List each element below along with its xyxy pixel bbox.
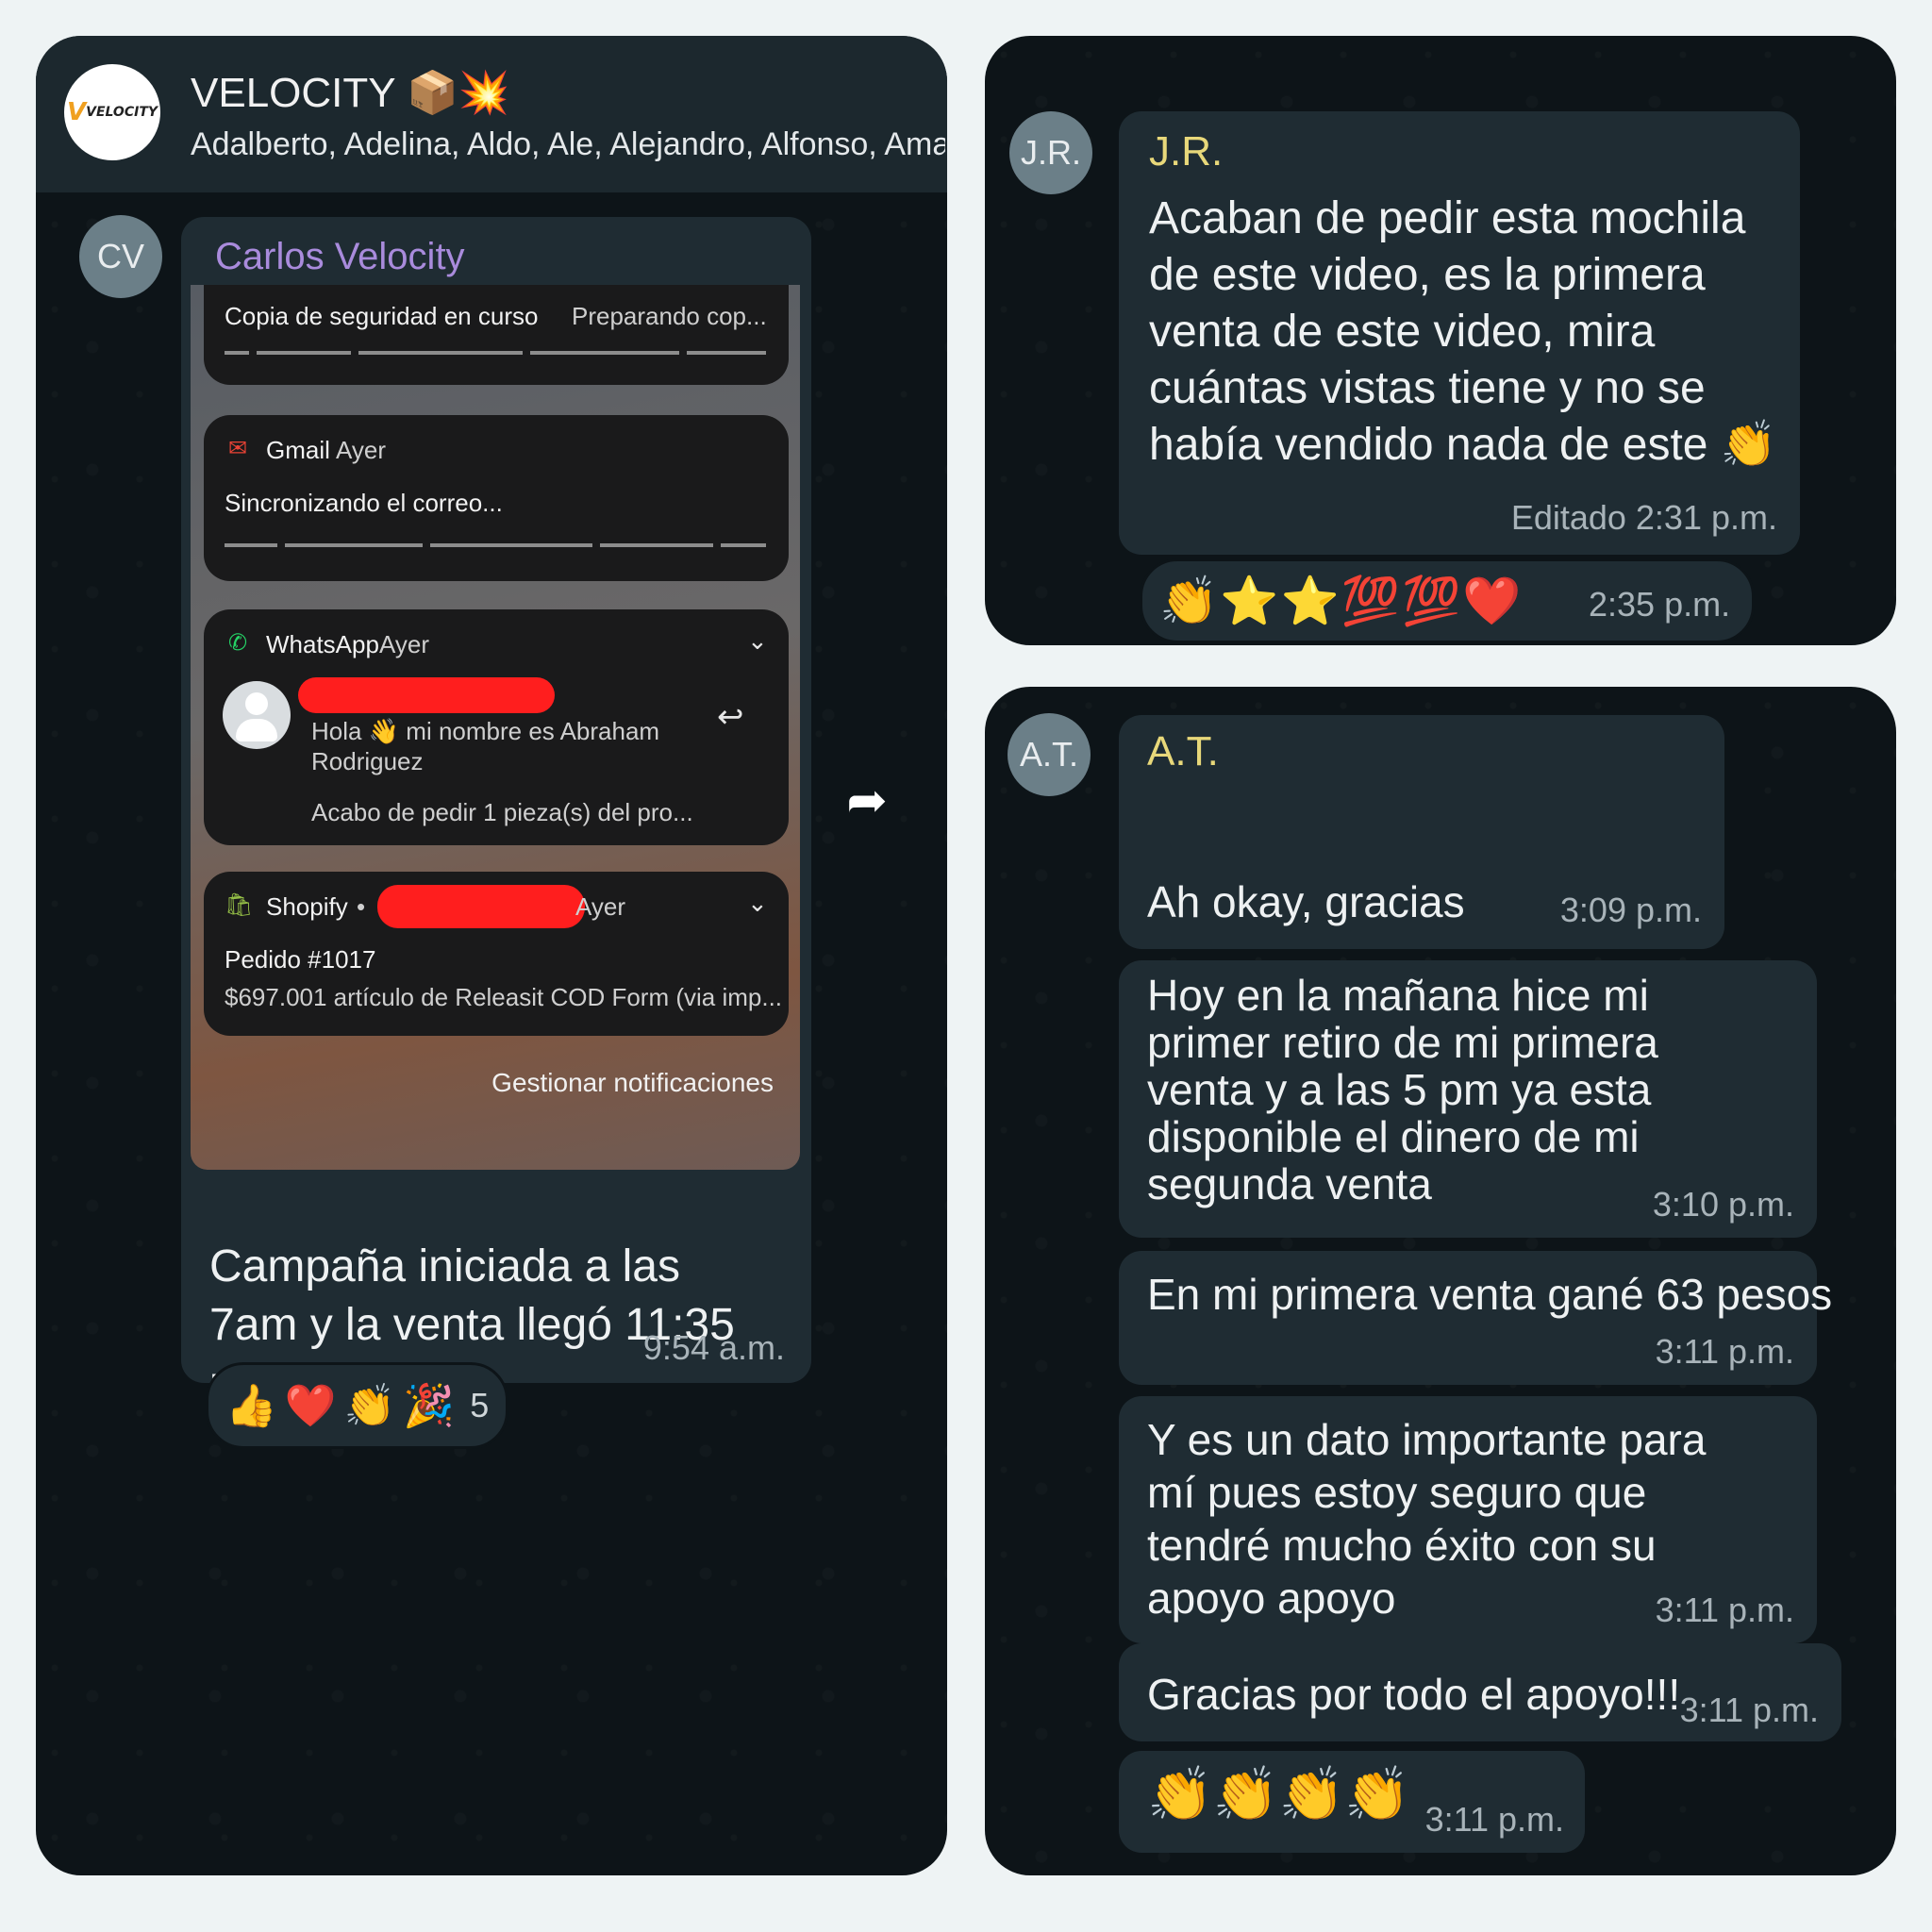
group-header[interactable]: V VELOCITY VELOCITY 📦💥 Adalberto, Adelin… (36, 36, 947, 192)
whatsapp-icon: ✆ (227, 630, 248, 656)
backup-notification: Copia de seguridad en curso Preparando c… (204, 285, 789, 385)
progress-bar (285, 543, 423, 547)
shopify-detail: $697.001 artículo de Releasit COD Form (… (225, 983, 783, 1011)
reaction-count: 5 (470, 1386, 490, 1424)
chat-panel-jr: J.R. J.R. Acaban de pedir esta mochila d… (985, 36, 1896, 645)
chat-panel-velocity: V VELOCITY VELOCITY 📦💥 Adalberto, Adelin… (36, 36, 947, 1875)
message-time: 3:11 p.m. (1424, 1800, 1564, 1839)
shopify-dot: • (357, 892, 366, 921)
group-logo[interactable]: V VELOCITY (64, 64, 160, 160)
progress-bar (721, 543, 766, 547)
manage-notifications-link[interactable]: Gestionar notificaciones (491, 1068, 774, 1098)
message-time: 3:09 p.m. (1559, 891, 1702, 929)
message-time: 3:11 p.m. (1655, 1591, 1794, 1629)
message-text: Acaban de pedir esta mochila de este vid… (1149, 193, 1777, 470)
progress-bar (358, 351, 523, 355)
reply-icon[interactable]: ↩ (717, 698, 744, 736)
group-title: VELOCITY 📦💥 (191, 70, 510, 116)
message-bubble[interactable]: 👏👏👏👏 3:11 p.m. (1119, 1751, 1585, 1853)
redaction-mark (298, 677, 555, 713)
avatar[interactable]: A.T. (1008, 713, 1091, 796)
message-bubble[interactable]: Hoy en la mañana hice mi primer retiro d… (1119, 960, 1817, 1238)
message-text: En mi primera venta gané 63 pesos (1147, 1270, 1833, 1319)
logo-letter: V (66, 98, 87, 126)
reaction-emoji: ❤️ (284, 1383, 337, 1429)
avatar[interactable]: J.R. (1009, 111, 1092, 194)
progress-bar (530, 351, 679, 355)
progress-bar (687, 351, 766, 355)
message-time: 3:11 p.m. (1655, 1332, 1794, 1371)
message-time: 2:35 p.m. (1589, 585, 1731, 624)
whatsapp-line3: Acabo de pedir 1 pieza(s) del pro... (311, 798, 693, 826)
message-text: 👏👏👏👏 (1147, 1764, 1410, 1824)
message-bubble[interactable]: A.T. Ah okay, gracias 3:09 p.m. (1119, 715, 1724, 949)
shopify-icon: 🛍 (225, 892, 254, 918)
sender-name[interactable]: J.R. (1149, 128, 1223, 175)
notification-screenshot: Copia de seguridad en curso Preparando c… (191, 285, 800, 1170)
edited-time: Editado 2:31 p.m. (1510, 498, 1777, 537)
gmail-icon: ✉ (227, 436, 248, 461)
backup-title: Copia de seguridad en curso (225, 302, 539, 330)
sender-name[interactable]: Carlos Velocity (215, 236, 465, 278)
whatsapp-line2: Rodriguez (311, 747, 424, 775)
gmail-notification[interactable]: ✉ Gmail Ayer Sincronizando el correo... (204, 415, 789, 581)
reaction-emojis: 👏⭐⭐💯💯❤️ (1159, 574, 1524, 627)
shopify-notification[interactable]: 🛍 Shopify • Ayer ⌄ Pedido #1017 $697.001… (204, 872, 789, 1036)
whatsapp-when: Ayer (379, 630, 429, 658)
redaction-mark (377, 885, 585, 928)
message-bubble[interactable]: Y es un dato importante para mí pues est… (1119, 1396, 1817, 1643)
message-time: 3:11 p.m. (1679, 1690, 1819, 1729)
shopify-order: Pedido #1017 (225, 945, 376, 974)
backup-status: Preparando cop... (572, 302, 767, 330)
message-text: Gracias por todo el apoyo!!! (1147, 1670, 1681, 1719)
whatsapp-app-name: WhatsApp (266, 630, 379, 658)
chat-panel-at: A.T. A.T. Ah okay, gracias 3:09 p.m. Hoy… (985, 687, 1896, 1875)
message-bubble[interactable]: En mi primera venta gané 63 pesos 3:11 p… (1119, 1251, 1833, 1385)
gmail-app-name: Gmail (266, 436, 330, 464)
whatsapp-notification[interactable]: ✆ WhatsApp Ayer ⌄ Hola 👋 mi nombre es Ab… (204, 609, 789, 845)
sender-name[interactable]: A.T. (1147, 728, 1219, 775)
reactions-bar[interactable]: 👍 ❤️ 👏 🎉 5 (206, 1362, 509, 1449)
message-text: Ah okay, gracias (1147, 877, 1465, 926)
chevron-down-icon[interactable]: ⌄ (747, 889, 768, 918)
message-time: 9:54 a.m. (642, 1328, 785, 1367)
whatsapp-line1: Hola 👋 mi nombre es Abraham (311, 717, 660, 745)
reaction-emoji: 👏 (343, 1383, 396, 1429)
shopify-app-name: Shopify (266, 892, 348, 921)
progress-bar (225, 351, 249, 355)
contact-avatar (223, 681, 291, 749)
progress-bar (600, 543, 713, 547)
message-bubble[interactable]: J.R. Acaban de pedir esta mochila de est… (1119, 111, 1800, 555)
message-time: 3:10 p.m. (1652, 1185, 1794, 1224)
shopify-when: Ayer (575, 892, 625, 921)
forward-icon[interactable]: ➦ (834, 768, 900, 834)
avatar[interactable]: CV (79, 215, 162, 298)
group-members: Adalberto, Adelina, Aldo, Ale, Alejandro… (191, 126, 945, 162)
chevron-down-icon[interactable]: ⌄ (747, 626, 768, 656)
reaction-emoji: 🎉 (403, 1383, 456, 1429)
progress-bar (225, 543, 277, 547)
message-bubble[interactable]: Carlos Velocity Copia de seguridad en cu… (181, 217, 811, 1408)
logo-text: VELOCITY (86, 105, 158, 120)
progress-bar (430, 543, 592, 547)
gmail-when: Ayer (336, 436, 386, 464)
message-bubble[interactable]: Gracias por todo el apoyo!!! 3:11 p.m. (1119, 1643, 1841, 1741)
gmail-body: Sincronizando el correo... (225, 489, 503, 517)
message-text: Hoy en la mañana hice mi primer retiro d… (1147, 971, 1658, 1208)
progress-bar (257, 351, 351, 355)
reaction-emoji: 👍 (225, 1383, 277, 1429)
